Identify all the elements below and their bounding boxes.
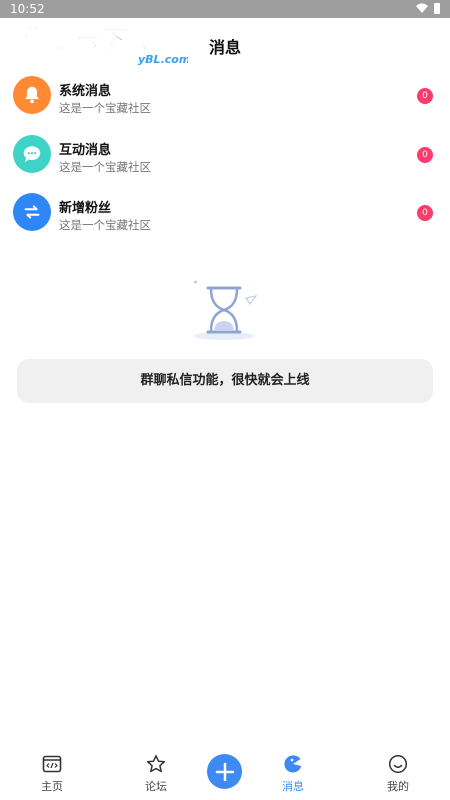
nav-messages[interactable]: 消息 — [263, 754, 323, 794]
nav-home[interactable]: 主页 — [22, 754, 82, 794]
unread-badge: 0 — [417, 205, 433, 221]
chat-bubble-icon — [13, 134, 51, 173]
hourglass-icon — [194, 280, 258, 340]
nav-forum-label: 论坛 — [145, 780, 167, 793]
bottom-nav: 主页 论坛 消息 我的 — [0, 740, 450, 800]
add-post-button[interactable] — [207, 754, 242, 789]
coming-soon-notice: 群聊私信功能，很快就会上线 — [17, 359, 433, 403]
page-title: 消息 — [208, 38, 241, 57]
message-chomp-icon — [284, 755, 302, 773]
message-title: 新增粉丝 — [59, 201, 112, 216]
nav-profile[interactable]: 我的 — [368, 754, 428, 794]
message-subtitle: 这是一个宝藏社区 — [59, 159, 151, 174]
message-item-system[interactable]: 系统消息 这是一个宝藏社区 0 — [0, 68, 450, 127]
nav-profile-label: 我的 — [387, 780, 409, 793]
message-title: 互动消息 — [59, 142, 112, 158]
unread-badge: 0 — [417, 88, 433, 104]
message-title: 系统消息 — [59, 84, 112, 99]
message-subtitle: 这是一个宝藏社区 — [59, 101, 151, 115]
code-window-icon — [42, 755, 62, 773]
message-item-interaction[interactable]: 互动消息 这是一个宝藏社区 0 — [0, 127, 450, 186]
swap-arrows-icon — [13, 193, 51, 231]
status-bar: 10:52 — [0, 0, 450, 18]
plus-icon — [215, 762, 234, 781]
message-subtitle: 这是一个宝藏社区 — [59, 218, 151, 232]
wifi-icon — [416, 3, 428, 13]
unread-badge: 0 — [417, 146, 433, 163]
message-list: 系统消息 这是一个宝藏社区 0 互动消息 这是一个宝藏社区 0 新增粉丝 这是一… — [0, 68, 450, 244]
message-item-followers[interactable]: 新增粉丝 这是一个宝藏社区 0 — [0, 185, 450, 244]
nav-forum[interactable]: 论坛 — [126, 754, 186, 794]
nav-messages-label: 消息 — [282, 780, 304, 793]
bell-icon — [13, 76, 51, 114]
smiley-icon — [388, 754, 408, 774]
star-icon — [146, 755, 166, 773]
nav-home-label: 主页 — [41, 780, 63, 793]
battery-icon — [434, 3, 440, 14]
status-time: 10:52 — [10, 2, 45, 16]
